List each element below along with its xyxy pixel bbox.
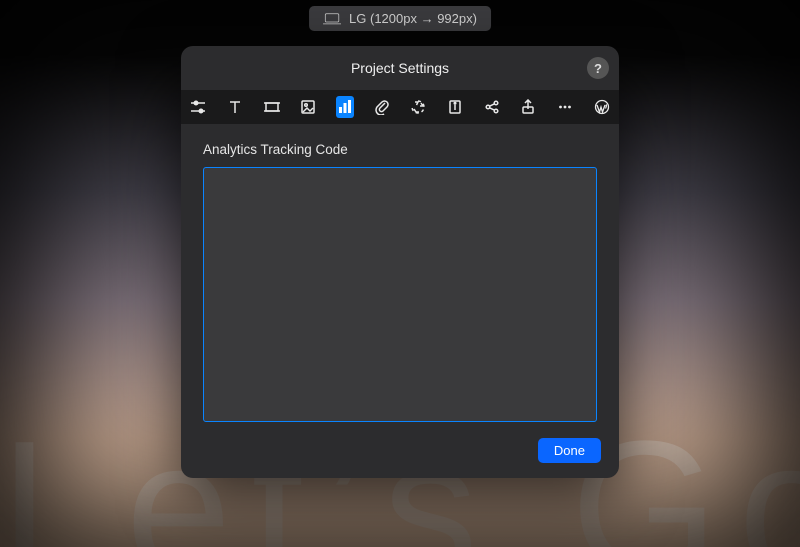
recycle-icon <box>410 99 426 115</box>
settings-tab[interactable] <box>189 96 208 118</box>
ellipsis-icon <box>557 99 573 115</box>
share-nodes-icon <box>484 99 500 115</box>
breakpoint-indicator[interactable]: LG (1200px → 992px) <box>309 6 491 31</box>
info-icon <box>447 99 463 115</box>
more-tab[interactable] <box>556 96 575 118</box>
help-button[interactable]: ? <box>587 57 609 79</box>
modal-body: Analytics Tracking Code <box>181 124 619 422</box>
bar-chart-icon <box>337 99 353 115</box>
image-tab[interactable] <box>299 96 318 118</box>
image-icon <box>300 99 316 115</box>
modal-title: Project Settings <box>351 60 449 76</box>
frame-tab[interactable] <box>262 96 281 118</box>
tracking-code-input[interactable] <box>203 167 597 422</box>
modal-footer: Done <box>181 422 619 478</box>
analytics-tab[interactable] <box>336 96 355 118</box>
wordpress-tab[interactable] <box>592 96 611 118</box>
tracking-code-label: Analytics Tracking Code <box>203 142 597 157</box>
frame-icon <box>264 99 280 115</box>
done-button[interactable]: Done <box>538 438 601 463</box>
settings-tabbar <box>181 90 619 124</box>
info-tab[interactable] <box>446 96 465 118</box>
attachment-tab[interactable] <box>372 96 391 118</box>
text-icon <box>227 99 243 115</box>
modal-header: Project Settings ? <box>181 46 619 90</box>
share-tab[interactable] <box>482 96 501 118</box>
paperclip-icon <box>374 99 390 115</box>
export-icon <box>520 99 536 115</box>
export-tab[interactable] <box>519 96 538 118</box>
laptop-icon <box>323 13 341 25</box>
project-settings-modal: Project Settings ? <box>181 46 619 478</box>
breakpoint-label: LG (1200px → 992px) <box>349 11 477 26</box>
wordpress-icon <box>594 99 610 115</box>
sliders-icon <box>190 99 206 115</box>
text-tab[interactable] <box>226 96 245 118</box>
recycle-tab[interactable] <box>409 96 428 118</box>
